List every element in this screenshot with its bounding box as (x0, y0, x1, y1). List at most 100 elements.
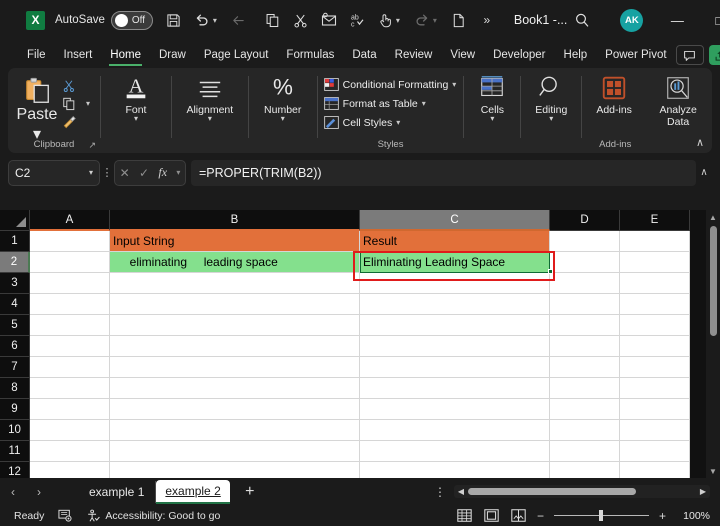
cell-styles-dropdown-icon[interactable]: ▾ (396, 118, 400, 127)
maximize-button[interactable]: □ (698, 0, 720, 40)
vertical-scroll-thumb[interactable] (710, 226, 717, 336)
hscroll-right-icon[interactable]: ▶ (696, 487, 710, 496)
cells-button[interactable]: Cells ▾ (464, 72, 520, 122)
cells-dropdown-icon[interactable]: ▾ (490, 116, 494, 122)
tab-view[interactable]: View (441, 47, 484, 63)
share-button[interactable]: ▾ (709, 45, 720, 65)
add-sheet-button[interactable]: + (230, 483, 270, 501)
alignment-button[interactable]: Alignment ▾ (172, 72, 248, 122)
tab-power-pivot[interactable]: Power Pivot (596, 47, 675, 63)
row-header-3[interactable]: 3 (0, 273, 30, 294)
number-button[interactable]: % Number ▾ (249, 72, 317, 122)
cell-b2[interactable]: eliminating leading space (110, 252, 360, 273)
touch-mode-icon[interactable] (372, 7, 398, 33)
scroll-down-icon[interactable]: ▼ (709, 464, 717, 478)
row-header-9[interactable]: 9 (0, 399, 30, 420)
row-header-11[interactable]: 11 (0, 441, 30, 462)
font-button[interactable]: A Font ▾ (101, 72, 171, 122)
addins-button[interactable]: Add-ins (583, 72, 645, 128)
format-as-table-dropdown-icon[interactable]: ▾ (422, 99, 426, 108)
zoom-out-button[interactable]: − (537, 509, 544, 523)
column-header-c[interactable]: C (360, 210, 550, 231)
paste-button[interactable]: Paste ▾ (12, 72, 62, 144)
expand-formula-bar-icon[interactable]: ∧ (696, 167, 712, 178)
row-header-5[interactable]: 5 (0, 315, 30, 336)
clipboard-dialog-launcher[interactable]: ↗ (88, 140, 96, 151)
formula-input[interactable]: =PROPER(TRIM(B2)) (191, 160, 696, 186)
enter-formula-icon[interactable]: ✓ (139, 166, 149, 180)
analyze-data-button[interactable]: Analyze Data (645, 72, 711, 128)
undo-dropdown-icon[interactable]: ▾ (213, 16, 222, 25)
zoom-level[interactable]: 100% (676, 510, 710, 522)
tab-draw[interactable]: Draw (150, 47, 195, 63)
column-header-b[interactable]: B (110, 210, 360, 231)
cell-c1[interactable]: Result (360, 231, 550, 252)
tab-help[interactable]: Help (555, 47, 597, 63)
vertical-scrollbar[interactable]: ▲ ▼ (706, 210, 720, 478)
comments-button[interactable] (676, 45, 704, 65)
row-header-7[interactable]: 7 (0, 357, 30, 378)
tab-formulas[interactable]: Formulas (277, 47, 343, 63)
column-header-e[interactable]: E (620, 210, 690, 231)
paste-special-icon[interactable] (316, 7, 342, 33)
fill-handle[interactable] (548, 269, 553, 274)
accessibility-status[interactable]: Accessibility: Good to go (86, 509, 220, 523)
scroll-up-icon[interactable]: ▲ (709, 210, 717, 224)
sheet-tab-example-1[interactable]: example 1 (78, 481, 156, 503)
sheet-tab-example-2[interactable]: example 2 (156, 480, 229, 504)
tab-data[interactable]: Data (343, 47, 385, 63)
hscroll-left-icon[interactable]: ◀ (454, 487, 468, 496)
cut-icon[interactable] (288, 7, 314, 33)
row-header-4[interactable]: 4 (0, 294, 30, 315)
redo-dropdown-icon[interactable]: ▾ (433, 16, 442, 25)
cell-a2[interactable] (30, 252, 110, 273)
copy-icon[interactable] (260, 7, 286, 33)
collapse-ribbon-icon[interactable]: ∧ (696, 136, 704, 149)
spelling-icon[interactable]: abc (344, 7, 370, 33)
number-dropdown-icon[interactable]: ▾ (281, 116, 285, 122)
tab-home[interactable]: Home (101, 47, 150, 63)
column-header-d[interactable]: D (550, 210, 620, 231)
copy-dropdown-icon[interactable]: ▾ (86, 99, 90, 108)
redo-icon[interactable] (409, 7, 435, 33)
name-box-dropdown-icon[interactable]: ▾ (89, 168, 93, 177)
cell-b1[interactable]: Input String (110, 231, 360, 252)
cell-styles-button[interactable]: Cell Styles ▾ (324, 113, 401, 132)
search-icon[interactable] (569, 7, 595, 33)
row-header-10[interactable]: 10 (0, 420, 30, 441)
conditional-formatting-button[interactable]: Conditional Formatting ▾ (324, 75, 457, 94)
next-sheet-icon[interactable]: › (26, 485, 52, 499)
select-all-corner[interactable] (0, 210, 30, 231)
cell-d2[interactable] (550, 252, 620, 273)
editing-dropdown-icon[interactable]: ▾ (549, 116, 553, 122)
column-header-a[interactable]: A (30, 210, 110, 231)
zoom-slider[interactable] (554, 509, 649, 523)
insert-function-icon[interactable]: fx (158, 165, 167, 180)
row-header-2[interactable]: 2 (0, 252, 30, 273)
cell-c2[interactable]: Eliminating Leading Space (360, 252, 550, 273)
cell-e1[interactable] (620, 231, 690, 252)
tab-review[interactable]: Review (386, 47, 442, 63)
previous-sheet-icon[interactable]: ‹ (0, 485, 26, 499)
tab-developer[interactable]: Developer (484, 47, 554, 63)
cell-a1[interactable] (30, 231, 110, 252)
tab-file[interactable]: File (18, 47, 55, 63)
row-header-1[interactable]: 1 (0, 231, 30, 252)
zoom-slider-thumb[interactable] (599, 510, 603, 521)
cell-d1[interactable] (550, 231, 620, 252)
horizontal-scrollbar[interactable]: ◀ ▶ (454, 485, 710, 498)
minimize-button[interactable]: — (656, 0, 698, 40)
conditional-formatting-dropdown-icon[interactable]: ▾ (452, 80, 456, 89)
row-header-8[interactable]: 8 (0, 378, 30, 399)
editing-button[interactable]: Editing ▾ (521, 72, 581, 122)
row-header-6[interactable]: 6 (0, 336, 30, 357)
page-layout-view-icon[interactable] (483, 509, 500, 523)
zoom-in-button[interactable]: + (659, 509, 666, 523)
page-break-view-icon[interactable] (510, 509, 527, 523)
format-as-table-button[interactable]: Format as Table ▾ (324, 94, 426, 113)
font-dropdown-icon[interactable]: ▾ (134, 116, 138, 122)
cut-button[interactable] (62, 77, 76, 94)
alignment-dropdown-icon[interactable]: ▾ (208, 116, 212, 122)
tab-page-layout[interactable]: Page Layout (195, 47, 278, 63)
copy-button[interactable]: ▾ (62, 95, 90, 112)
